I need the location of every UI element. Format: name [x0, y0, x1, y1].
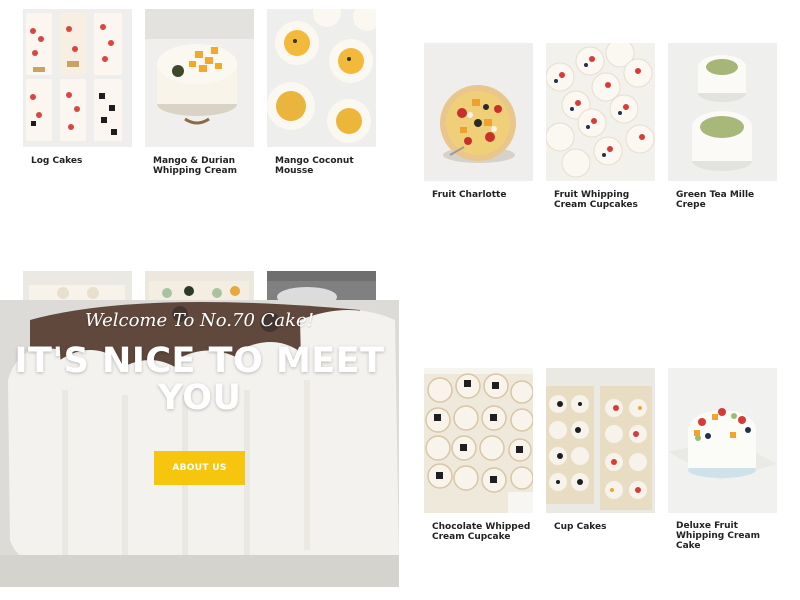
hero-headline: IT'S NICE TO MEET YOU — [14, 341, 385, 418]
choc-cupcake-photo[interactable] — [424, 368, 533, 513]
product-label[interactable]: Cup Cakes — [554, 522, 654, 532]
product-label[interactable]: Mango & Durian Whipping Cream — [153, 156, 253, 176]
product-label[interactable]: Green Tea Mille Crepe — [676, 190, 776, 210]
log-cakes-photo[interactable] — [23, 9, 132, 147]
product-photo-partial[interactable] — [23, 271, 132, 301]
product-label[interactable]: Chocolate Whipped Cream Cupcake — [432, 522, 532, 542]
hero-banner: Welcome To No.70 Cake! IT'S NICE TO MEET… — [0, 300, 399, 587]
fruit-cupcakes-photo[interactable] — [546, 43, 655, 181]
mango-coconut-photo[interactable] — [267, 9, 376, 147]
product-label[interactable]: Fruit Whipping Cream Cupcakes — [554, 190, 654, 210]
about-us-button[interactable]: ABOUT US — [154, 451, 245, 485]
green-tea-photo[interactable] — [668, 43, 777, 181]
cup-cakes-photo[interactable] — [546, 368, 655, 513]
hero-welcome-text: Welcome To No.70 Cake! — [85, 310, 314, 331]
mango-durian-photo[interactable] — [145, 9, 254, 147]
product-label[interactable]: Deluxe Fruit Whipping Cream Cake — [676, 521, 776, 551]
product-label[interactable]: Fruit Charlotte — [432, 190, 532, 200]
deluxe-fruit-photo[interactable] — [668, 368, 777, 513]
product-label[interactable]: Mango Coconut Mousse — [275, 156, 375, 176]
fruit-charlotte-photo[interactable] — [424, 43, 533, 181]
product-label[interactable]: Log Cakes — [31, 156, 131, 166]
product-photo-partial[interactable] — [145, 271, 254, 301]
product-photo-partial[interactable] — [267, 271, 376, 301]
